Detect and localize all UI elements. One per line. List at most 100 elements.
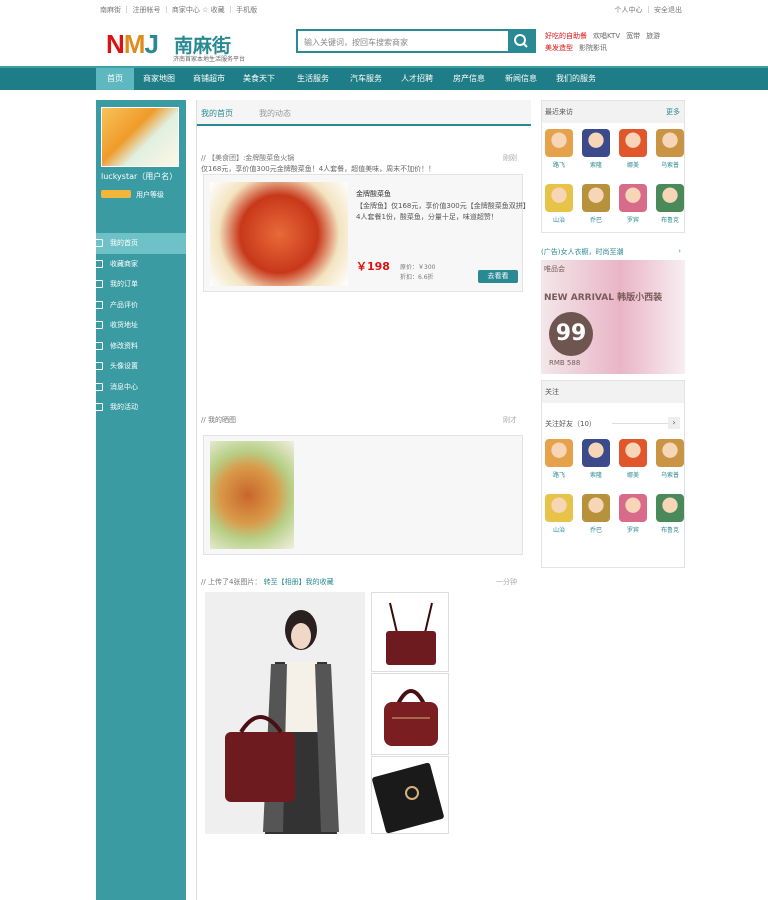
follow-next-icon[interactable]: › [668,417,680,429]
visitor-name[interactable]: 娜美 [615,470,651,479]
nav-item-home[interactable]: 首页 [96,68,134,90]
divider [612,423,668,424]
hot-keyword[interactable]: 好吃的自助餐 [545,32,587,40]
sidebar-item-profile[interactable]: 修改资料 [95,336,186,357]
sidebar-item-label: 收藏商家 [110,259,138,268]
deal-detail2: 4人套餐1份，酸菜鱼，分量十足，味道超赞！ [356,213,498,221]
image-icon [95,362,103,370]
visitor-avatar[interactable] [582,184,610,212]
ad-price: RMB 588 [549,359,581,367]
visitor-avatar[interactable] [619,439,647,467]
visitor-name[interactable]: 乌索普 [652,470,688,479]
sidebar-item-orders[interactable]: 我的订单 [95,274,186,295]
visitor-avatar[interactable] [619,494,647,522]
deal-shop[interactable]: 金牌酸菜鱼 [356,189,391,199]
level-badge [101,190,131,198]
post-photo[interactable] [371,756,449,834]
visitor-avatar[interactable] [656,184,684,212]
sidebar-item-messages[interactable]: 消息中心 [95,377,186,398]
visitor-avatar[interactable] [545,494,573,522]
ad-arrow-icon[interactable]: › [678,247,681,255]
hot-keyword[interactable]: 欢唱KTV [593,32,620,40]
sidebar-item-label: 收货地址 [110,321,138,329]
album-link[interactable]: 转至【相册】我的收藏 [264,578,334,586]
visitor-avatar[interactable] [656,494,684,522]
visitor-avatar[interactable] [545,129,573,157]
visitor-name[interactable]: 乔巴 [578,215,614,224]
nav-item-service[interactable]: 我们的服务 [548,68,604,90]
ad-banner[interactable]: 唯品会 NEW ARRIVAL 韩版小西装 99 RMB 588 [541,260,685,374]
post-photo[interactable] [371,592,449,672]
sidebar-item-address[interactable]: 收货地址 [95,315,186,336]
hot-keyword[interactable]: 宽带 [626,32,640,40]
top-user-links[interactable]: 个人中心 ｜ 安全退出 [615,5,682,15]
nav-item-house[interactable]: 房产信息 [446,68,492,90]
ad-title[interactable]: (广告)女人衣橱，时尚至潮 [541,247,685,259]
sidebar-item-label: 修改资料 [110,341,138,350]
visitor-name[interactable]: 罗宾 [615,525,651,534]
view-deal-button[interactable]: 去看看 [478,270,518,283]
tab-activity[interactable]: 我的动态 [259,108,291,119]
avatar[interactable] [101,107,179,167]
visitor-name[interactable]: 乔巴 [578,525,614,534]
sidebar-item-label: 产品评价 [110,300,138,309]
deal-image[interactable] [210,182,348,286]
nav-item-news[interactable]: 新闻信息 [498,68,544,90]
home-icon [95,239,103,247]
deal-card: 金牌酸菜鱼 【金牌鱼】仅168元，享价值300元【金牌酸菜鱼双拼】 4人套餐1份… [203,174,530,292]
visitor-avatar[interactable] [545,439,573,467]
visitors-more-link[interactable]: 更多 [666,101,680,123]
top-links[interactable]: 南麻街 ｜ 注册帐号 ｜ 商家中心 ☆ 收藏 ｜ 手机版 [100,5,257,15]
logo-slogan: 济南首家本地生活服务平台 [173,56,246,63]
visitor-name[interactable]: 布鲁克 [652,215,688,224]
visitor-name[interactable]: 布鲁克 [652,525,688,534]
visitor-avatar[interactable] [619,129,647,157]
nav-item-map[interactable]: 商家地图 [136,68,182,90]
nav-item-life[interactable]: 生活服务 [288,68,338,90]
visitor-avatar[interactable] [656,439,684,467]
hot-keyword[interactable]: 旅游 [646,32,660,40]
visitor-avatar[interactable] [582,129,610,157]
printer-icon [95,341,103,350]
sidebar-item-favorites[interactable]: 收藏商家 [95,254,186,275]
visitor-avatar[interactable] [619,184,647,212]
visitor-avatar[interactable] [582,494,610,522]
nav-item-food[interactable]: 美食天下 [236,68,282,90]
visitor-name[interactable]: 路飞 [541,470,577,479]
logo-mark: NMJ [106,29,159,59]
visitor-avatar[interactable] [582,439,610,467]
visitor-name[interactable]: 索隆 [578,160,614,169]
nav-item-car[interactable]: 汽车服务 [342,68,390,90]
visitor-name[interactable]: 路飞 [541,160,577,169]
visitor-avatar[interactable] [545,184,573,212]
sidebar-item-activities[interactable]: 我的活动 [95,397,186,418]
post-title: // 上传了4张图片： [201,578,262,586]
hot-keyword[interactable]: 美发造型 [545,44,573,52]
post-photo[interactable] [205,592,365,834]
visitor-name[interactable]: 索隆 [578,470,614,479]
post-photo[interactable] [371,673,449,755]
tab-home[interactable]: 我的首页 [201,108,233,119]
search-input[interactable]: 输入关键词，按回车搜索商家 [304,37,408,48]
search-button[interactable] [508,31,534,51]
post-title[interactable]: // 我的晒图 [201,416,236,424]
photo-card [203,435,523,555]
post-meta: // 上传了4张图片： 转至【相册】我的收藏 一分钟 [201,577,527,587]
post-title[interactable]: // 【美食团】:金牌酸菜鱼火锅 [201,154,294,162]
username[interactable]: luckystar（用户名） [101,171,177,182]
visitor-name[interactable]: 乌索普 [652,160,688,169]
post-photo[interactable] [210,441,294,549]
site-logo[interactable]: NMJ 南麻街 济南首家本地生活服务平台 [106,27,276,65]
nav-item-shop[interactable]: 商铺超市 [186,68,232,90]
ad-brand: 唯品会 [544,265,565,273]
visitor-name[interactable]: 山治 [541,215,577,224]
hot-keyword[interactable]: 影院影讯 [579,44,607,52]
sidebar-item-reviews[interactable]: 产品评价 [95,295,186,316]
visitor-avatar[interactable] [656,129,684,157]
sidebar-item-home[interactable]: 我的首页 [95,233,186,254]
visitor-name[interactable]: 山治 [541,525,577,534]
visitor-name[interactable]: 娜美 [615,160,651,169]
sidebar-item-avatar[interactable]: 头像设置 [95,356,186,377]
nav-item-jobs[interactable]: 人才招聘 [394,68,440,90]
visitor-name[interactable]: 罗宾 [615,215,651,224]
